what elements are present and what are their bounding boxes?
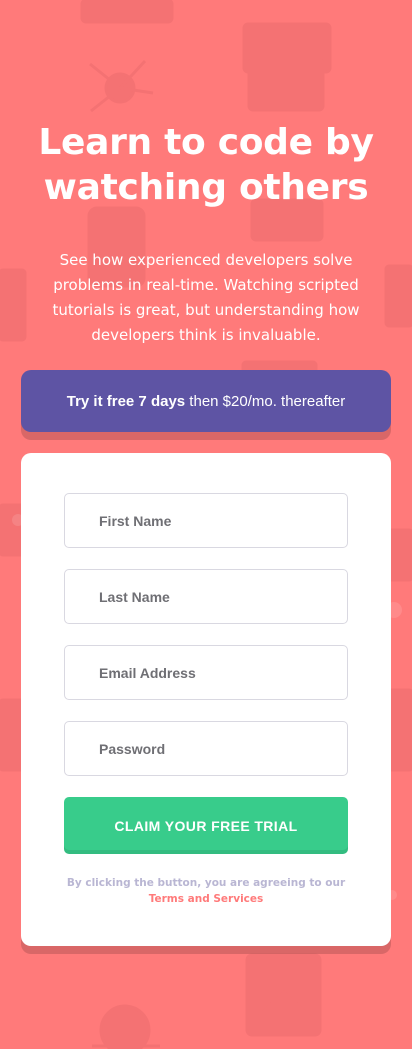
free-trial-banner: Try it free 7 days then $20/mo. thereaft… [21,370,391,432]
first-name-field[interactable] [64,493,348,548]
email-input[interactable] [97,663,347,682]
claim-free-trial-button[interactable]: CLAIM YOUR FREE TRIAL [64,797,348,854]
terms-notice: By clicking the button, you are agreeing… [64,875,348,907]
first-name-input[interactable] [97,511,347,530]
password-field[interactable] [64,721,348,776]
page-title: Learn to code by watching others [38,122,374,208]
signup-page: Learn to code by watching others See how… [0,0,412,1049]
email-field[interactable] [64,645,348,700]
hero-description: See how experienced developers solve pro… [52,251,360,344]
last-name-field[interactable] [64,569,348,624]
free-trial-highlight: Try it free 7 days [66,392,186,410]
password-input[interactable] [97,739,347,758]
signup-form: CLAIM YOUR FREE TRIAL By clicking the bu… [21,453,391,946]
terms-link[interactable]: Terms and Services [149,893,264,905]
terms-prefix: By clicking the button, you are agreeing… [66,877,346,889]
last-name-input[interactable] [97,587,347,606]
pricing-text: then $20/mo. thereafter [185,392,346,410]
